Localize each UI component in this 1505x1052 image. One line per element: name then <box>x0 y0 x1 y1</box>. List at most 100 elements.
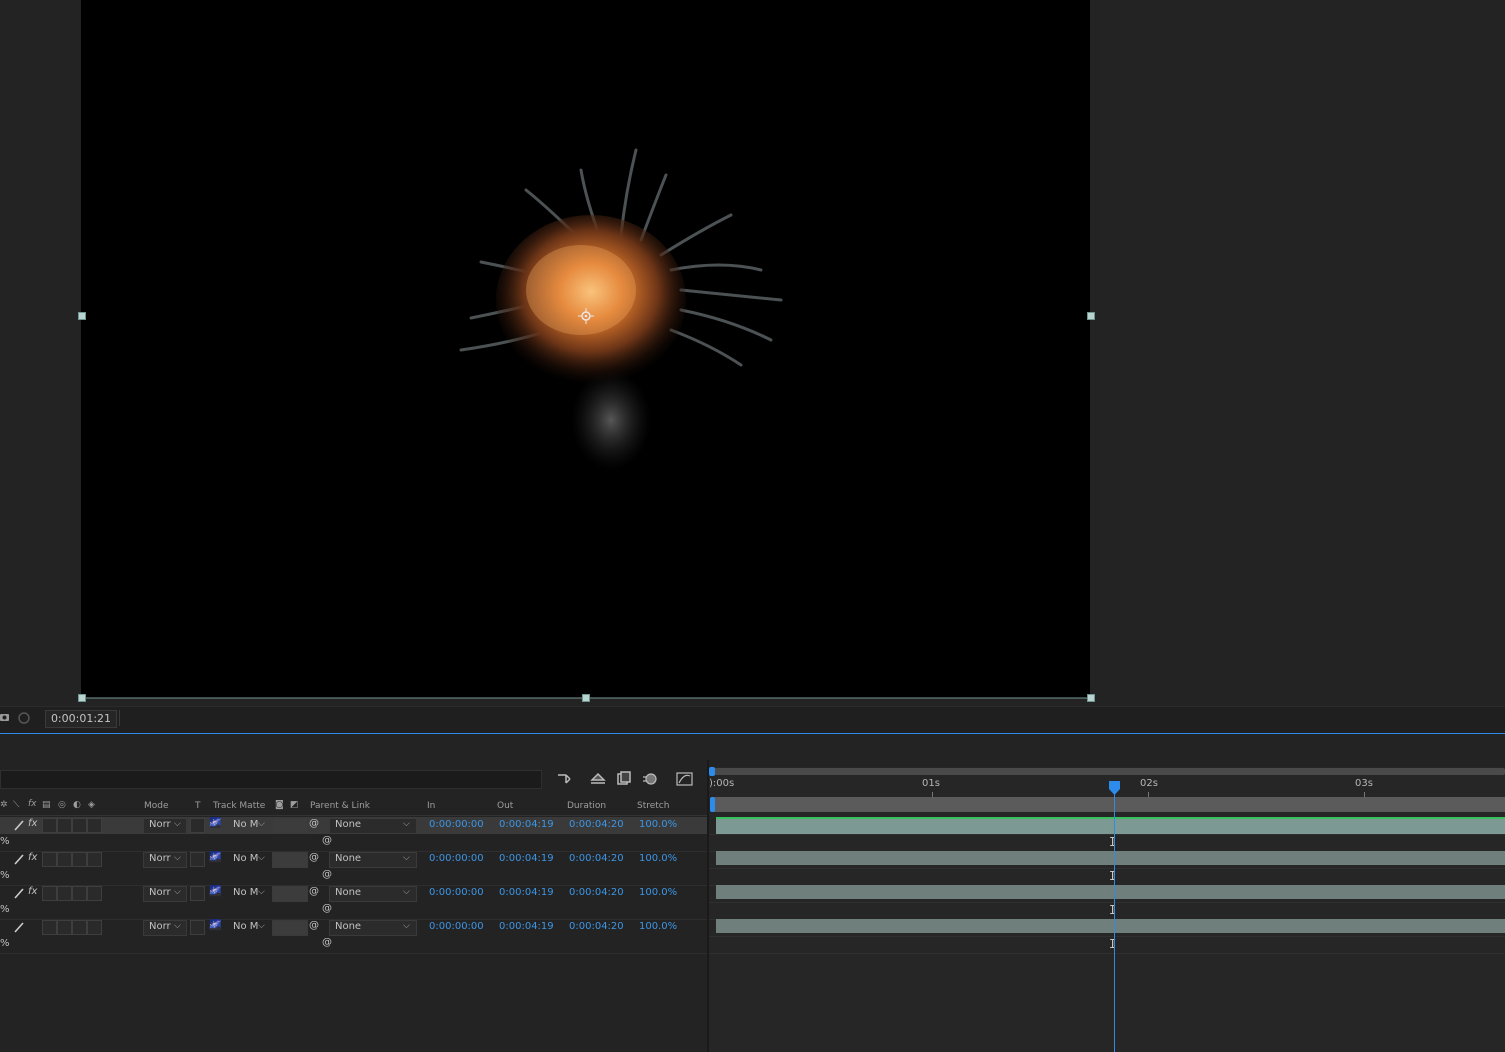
layer-switch-box[interactable] <box>87 818 102 833</box>
work-area-start-handle[interactable] <box>710 797 715 812</box>
quality-switch-icon[interactable] <box>13 887 25 899</box>
effects-switch-icon[interactable]: fx <box>28 852 37 863</box>
track-matte-value[interactable]: No M <box>233 819 258 830</box>
matte-switch-box[interactable] <box>272 852 308 868</box>
current-time-indicator-head[interactable] <box>1108 781 1121 795</box>
keyframe-ibeam-icon[interactable]: I <box>1109 903 1116 917</box>
stretch-value[interactable]: 100.0% <box>639 853 677 864</box>
motion-blur-switch-icon[interactable]: ◎ <box>58 800 66 810</box>
layer-switch-box[interactable] <box>72 818 87 833</box>
track-matte-value[interactable]: No M <box>233 887 258 898</box>
layer-search-input[interactable] <box>0 770 542 789</box>
matte-switch-box[interactable] <box>272 920 308 936</box>
transform-handle[interactable] <box>78 694 86 702</box>
pick-whip-icon[interactable]: @ <box>322 835 332 846</box>
duration-value[interactable]: 0:00:04:20 <box>569 887 624 898</box>
pick-whip-icon[interactable]: @ <box>309 920 319 931</box>
time-navigator-start-handle[interactable] <box>709 767 715 776</box>
pick-whip-icon[interactable]: @ <box>322 937 332 948</box>
pick-whip-icon[interactable]: @ <box>322 903 332 914</box>
track-matte-value[interactable]: No M <box>233 853 258 864</box>
matte-invert-header-icon[interactable]: ◙ <box>275 800 284 810</box>
quality-switch-icon[interactable] <box>13 819 25 831</box>
layer-switch-box[interactable] <box>57 818 72 833</box>
duration-value[interactable]: 0:00:04:20 <box>569 853 624 864</box>
layer-switch-box[interactable] <box>72 886 87 901</box>
keyframe-ibeam-icon[interactable]: I <box>1109 869 1116 883</box>
parent-link-header[interactable]: Parent & Link <box>310 801 370 811</box>
show-snapshot-icon[interactable] <box>17 711 31 725</box>
matte-link-icon[interactable]: 🌌 <box>209 852 221 863</box>
layer-switch-box[interactable] <box>87 886 102 901</box>
transform-handle[interactable] <box>582 694 590 702</box>
effects-switch-icon[interactable]: fx <box>28 886 37 897</box>
adjustment-layer-switch-icon[interactable]: ◐ <box>73 800 81 810</box>
out-point-header[interactable]: Out <box>497 801 513 811</box>
out-point-value[interactable]: 0:00:04:19 <box>499 921 554 932</box>
stretch-value[interactable]: 100.0% <box>639 921 677 932</box>
layer-switch-box[interactable] <box>57 920 72 935</box>
graph-editor-icon[interactable] <box>676 771 694 787</box>
out-point-value[interactable]: 0:00:04:19 <box>499 819 554 830</box>
frame-blending-icon[interactable] <box>615 771 633 787</box>
effects-switch-icon[interactable]: fx <box>28 799 37 809</box>
preserve-transparency-header[interactable]: T <box>195 801 201 811</box>
pick-whip-icon[interactable]: @ <box>322 869 332 880</box>
layer-switch-box[interactable] <box>57 852 72 867</box>
preserve-transparency-checkbox[interactable] <box>190 818 205 833</box>
motion-blur-icon[interactable] <box>641 771 659 787</box>
stretch-value[interactable]: 100.0% <box>639 887 677 898</box>
layer-switch-box[interactable] <box>87 920 102 935</box>
current-time-indicator-line[interactable] <box>1114 786 1115 1052</box>
3d-layer-switch-icon[interactable]: ◈ <box>88 800 95 810</box>
matte-switch-box[interactable] <box>272 818 308 834</box>
layer-switch-box[interactable] <box>42 920 57 935</box>
layer-switch-box[interactable] <box>72 920 87 935</box>
transform-handle[interactable] <box>1087 312 1095 320</box>
pick-whip-icon[interactable]: @ <box>309 886 319 897</box>
composition-flowchart-icon[interactable] <box>556 771 574 787</box>
transform-handle[interactable] <box>1087 694 1095 702</box>
preserve-transparency-checkbox[interactable] <box>190 886 205 901</box>
work-area-bar[interactable] <box>713 797 1505 812</box>
layer-switch-box[interactable] <box>42 818 57 833</box>
anchor-point-icon[interactable] <box>578 308 594 324</box>
in-point-value[interactable]: 0:00:00:00 <box>429 921 484 932</box>
transform-handle[interactable] <box>78 312 86 320</box>
layer-duration-bar[interactable] <box>716 851 1505 865</box>
keyframe-ibeam-icon[interactable]: I <box>1109 937 1116 951</box>
snapshot-icon[interactable] <box>0 711 10 725</box>
in-point-header[interactable]: In <box>427 801 435 811</box>
draft-3d-icon[interactable] <box>589 771 607 787</box>
layer-duration-bar[interactable] <box>716 919 1505 933</box>
out-point-value[interactable]: 0:00:04:19 <box>499 853 554 864</box>
duration-value[interactable]: 0:00:04:20 <box>569 819 624 830</box>
quality-switch-icon[interactable] <box>13 921 25 933</box>
layer-switch-box[interactable] <box>72 852 87 867</box>
frame-blend-switch-icon[interactable]: ▤ <box>42 800 51 810</box>
duration-value[interactable]: 0:00:04:20 <box>569 921 624 932</box>
matte-type-header-icon[interactable]: ◩ <box>290 800 299 810</box>
layer-duration-bar[interactable] <box>716 885 1505 899</box>
effects-switch-icon[interactable]: fx <box>28 818 37 829</box>
matte-switch-box[interactable] <box>272 886 308 902</box>
matte-link-icon[interactable]: 🌌 <box>209 886 221 897</box>
shy-switch-icon[interactable]: ✲ <box>0 800 8 810</box>
preserve-transparency-checkbox[interactable] <box>190 920 205 935</box>
matte-link-icon[interactable]: 🌌 <box>209 920 221 931</box>
in-point-value[interactable]: 0:00:00:00 <box>429 819 484 830</box>
stretch-value[interactable]: 100.0% <box>639 819 677 830</box>
composition-canvas[interactable] <box>81 0 1090 698</box>
layer-switch-box[interactable] <box>42 886 57 901</box>
in-point-value[interactable]: 0:00:00:00 <box>429 853 484 864</box>
quality-switch-icon[interactable] <box>13 853 25 865</box>
out-point-value[interactable]: 0:00:04:19 <box>499 887 554 898</box>
collapse-switch-icon[interactable]: ⟍ <box>13 800 19 810</box>
track-matte-header[interactable]: Track Matte <box>213 801 265 811</box>
keyframe-ibeam-icon[interactable]: I <box>1109 835 1116 849</box>
in-point-value[interactable]: 0:00:00:00 <box>429 887 484 898</box>
layer-switch-box[interactable] <box>57 886 72 901</box>
time-navigator-bar[interactable] <box>711 768 1505 775</box>
current-time-display[interactable]: 0:00:01:21 <box>45 710 117 728</box>
duration-header[interactable]: Duration <box>567 801 606 811</box>
